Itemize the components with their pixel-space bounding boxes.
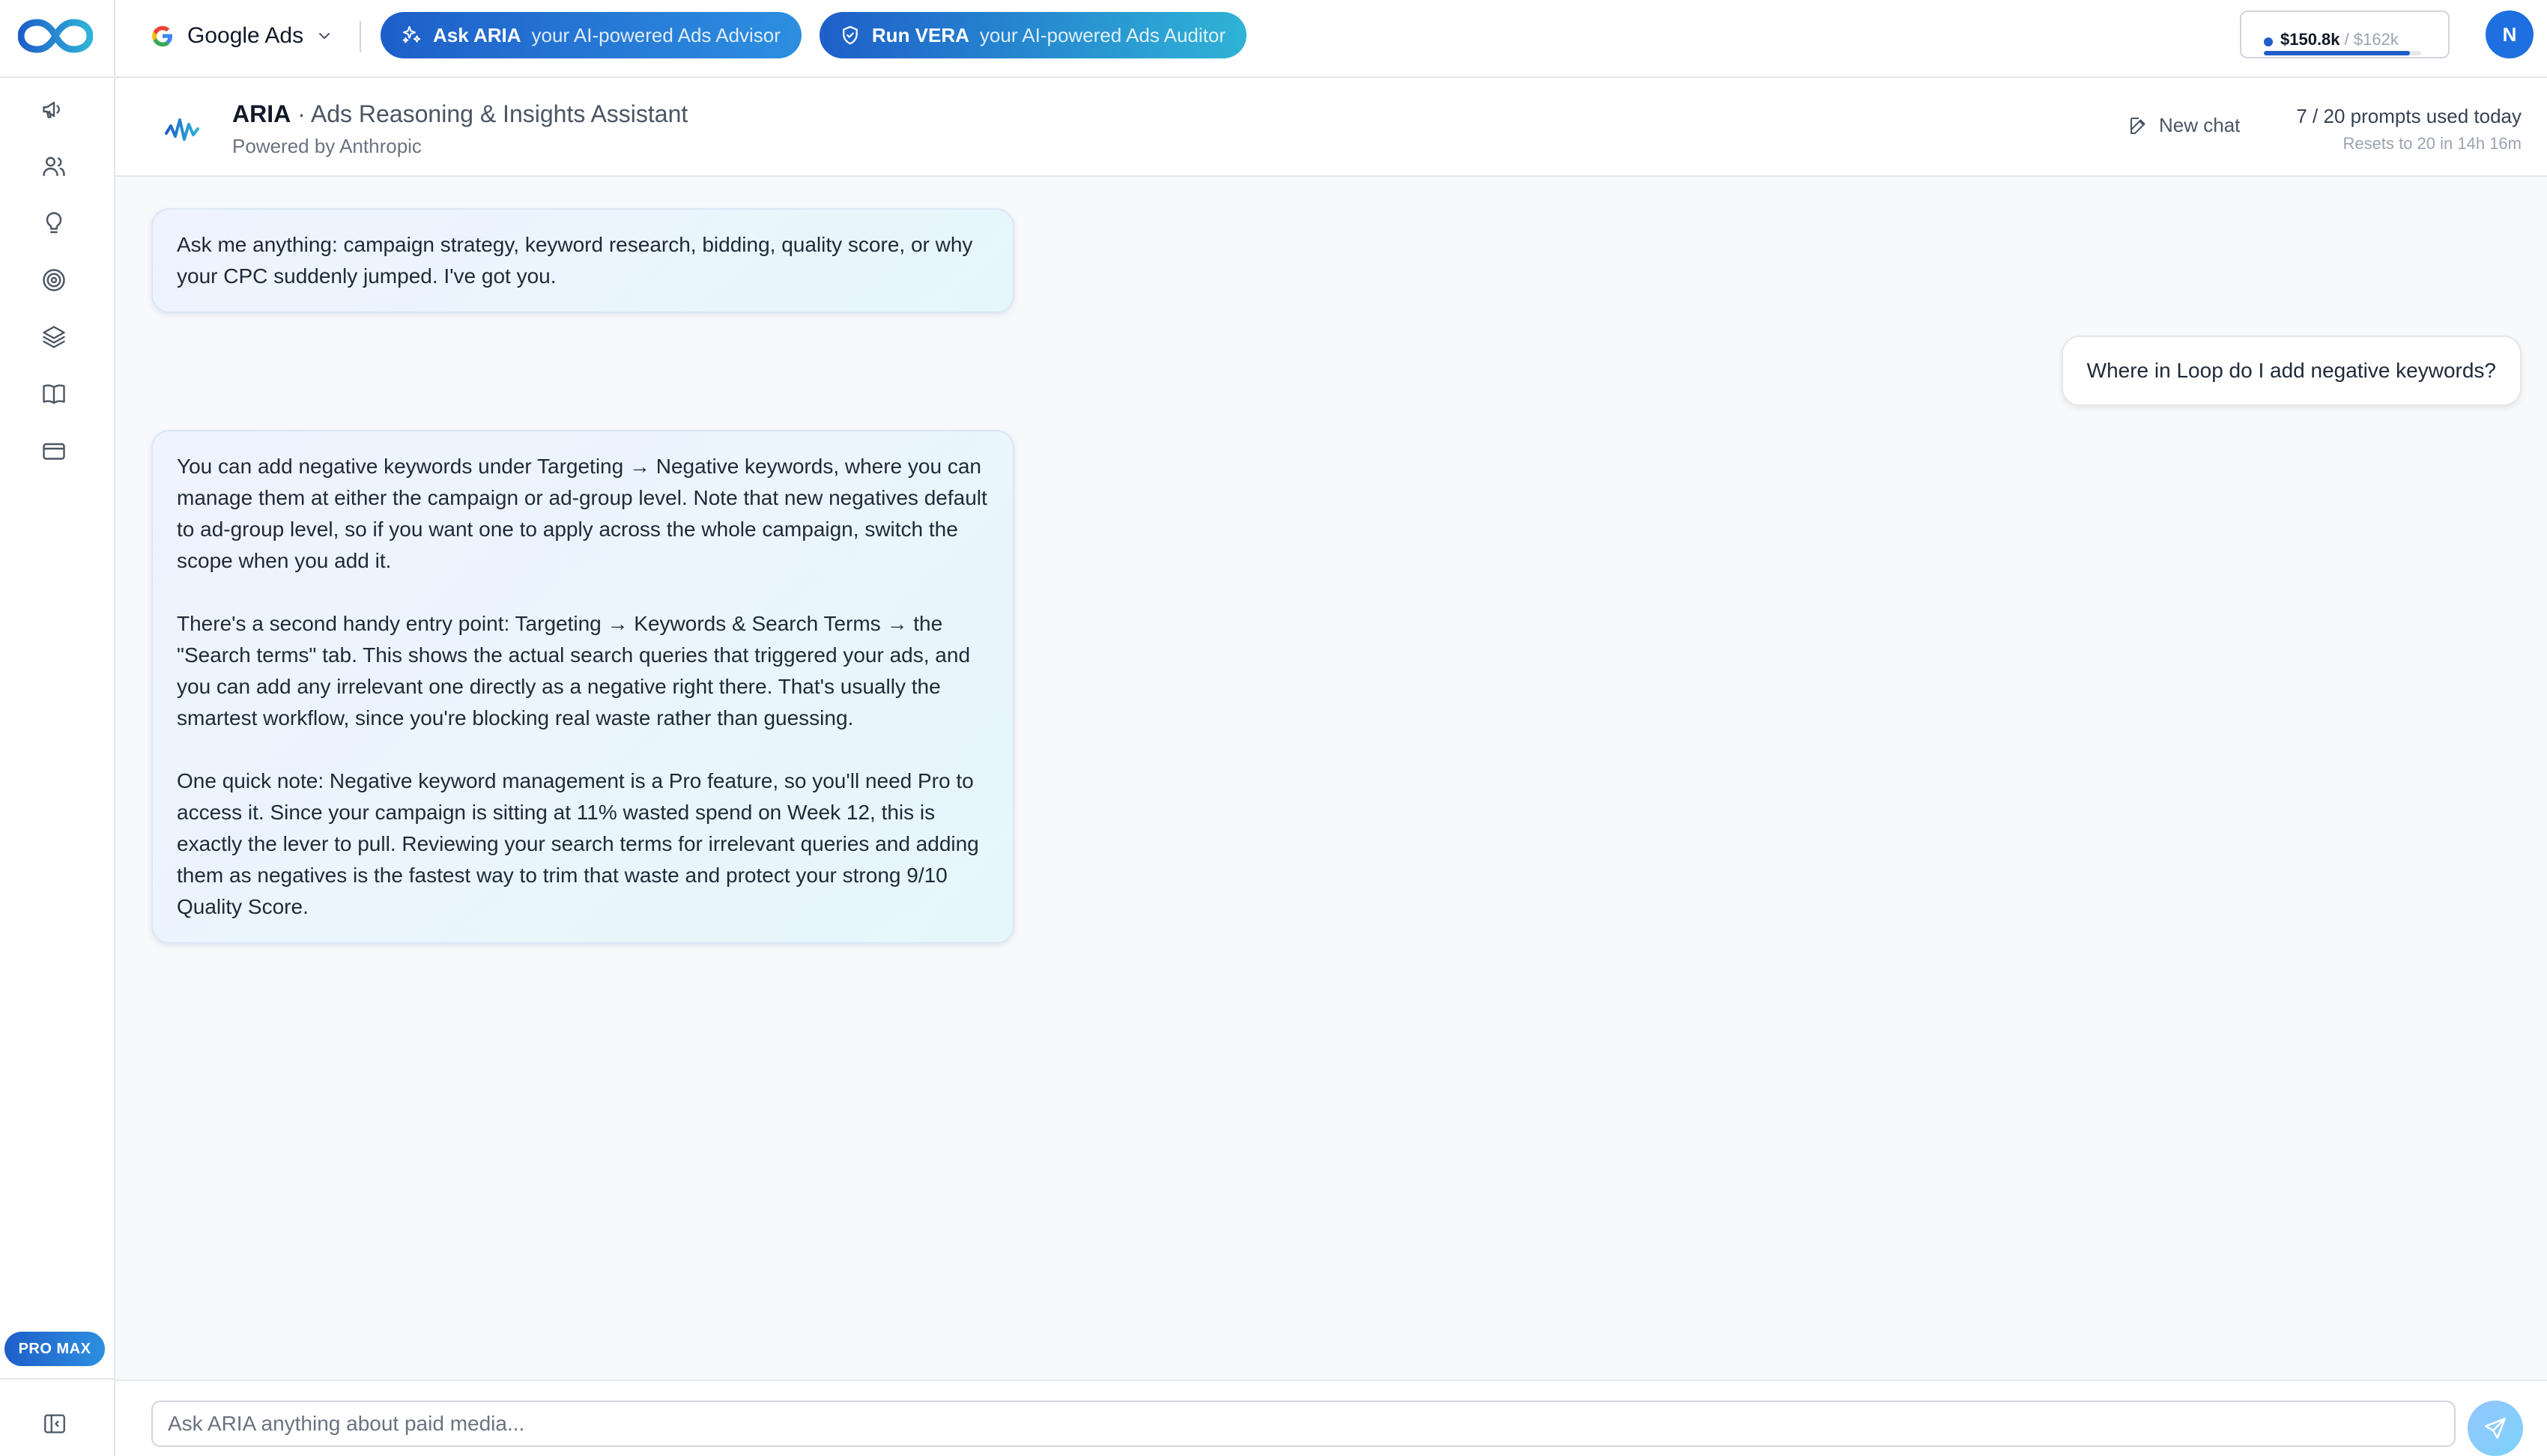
- shield-check-icon: [843, 25, 858, 45]
- platform-label: Google Ads: [187, 23, 304, 48]
- sparkles-icon: [402, 25, 421, 43]
- sidebar-item-insights[interactable]: [39, 208, 69, 238]
- run-vera-button[interactable]: Run VERA your AI-powered Ads Auditor: [820, 12, 1247, 58]
- composer: [115, 1380, 2547, 1456]
- credit-card-icon: [43, 443, 65, 460]
- sidebar-item-billing[interactable]: [39, 436, 69, 466]
- assistant-description: · Ads Reasoning & Insights Assistant: [297, 100, 688, 127]
- budget-spent: $150.8k: [2280, 30, 2340, 49]
- ask-aria-button[interactable]: Ask ARIA your AI-powered Ads Advisor: [381, 12, 802, 58]
- sidebar: PRO MAX: [0, 78, 115, 1456]
- budget-slash: /: [2344, 30, 2349, 49]
- google-g-icon: [152, 25, 172, 46]
- collapse-sidebar-icon[interactable]: [42, 1411, 67, 1437]
- message-paragraph: Where in Loop do I add negative keywords…: [2086, 359, 2496, 382]
- lightbulb-icon: [46, 212, 62, 234]
- send-icon: [2484, 1417, 2507, 1440]
- sidebar-item-targeting[interactable]: [39, 265, 69, 295]
- send-button[interactable]: [2468, 1401, 2523, 1456]
- chat-input[interactable]: [151, 1401, 2456, 1447]
- platform-separator: [360, 21, 361, 52]
- sidebar-item-campaigns[interactable]: [39, 94, 69, 124]
- powered-by: Powered by Anthropic: [232, 135, 422, 157]
- sidebar-item-guides[interactable]: [39, 379, 69, 409]
- edit-icon: [2130, 117, 2145, 134]
- budget-indicator[interactable]: $150.8k / $162k: [2240, 10, 2450, 58]
- message-paragraph: There's a second handy entry point: Targ…: [177, 612, 971, 729]
- user-avatar[interactable]: N: [2486, 10, 2534, 58]
- megaphone-icon: [43, 101, 60, 118]
- layers-icon: [43, 326, 65, 348]
- platform-selector[interactable]: Google Ads: [150, 19, 333, 52]
- budget-total: $162k: [2353, 30, 2399, 49]
- budget-progress-fill: [2264, 51, 2411, 55]
- aria-waveform-icon: [165, 118, 199, 141]
- ask-aria-sublabel: your AI-powered Ads Advisor: [531, 23, 781, 46]
- top-bar: Google Ads Ask ARIA your AI-powered Ads …: [0, 0, 2547, 78]
- new-chat-button[interactable]: New chat: [2127, 114, 2240, 137]
- chevron-down-icon: [319, 33, 330, 39]
- prompt-usage-reset: Resets to 20 in 14h 16m: [2342, 134, 2522, 153]
- run-vera-label: Run VERA: [871, 23, 969, 46]
- budget-dot: [2264, 37, 2273, 46]
- prompt-usage: 7 / 20 prompts used today Resets to 20 i…: [2296, 105, 2522, 154]
- user-message: Where in Loop do I add negative keywords…: [2061, 336, 2522, 406]
- message-paragraph: You can add negative keywords under Targ…: [177, 455, 987, 572]
- sidebar-item-layers[interactable]: [39, 322, 69, 352]
- sidebar-item-audiences[interactable]: [39, 151, 69, 181]
- assistant-title: ARIA · Ads Reasoning & Insights Assistan…: [232, 100, 688, 128]
- infinity-logo-icon[interactable]: [18, 16, 93, 55]
- plan-badge[interactable]: PRO MAX: [4, 1332, 105, 1366]
- prompt-usage-count: 7 / 20 prompts used today: [2296, 105, 2522, 127]
- budget-text: $150.8k / $162k: [2280, 30, 2399, 49]
- assistant-message: Ask me anything: campaign strategy, keyw…: [151, 208, 1014, 313]
- budget-progress-track: [2264, 51, 2421, 55]
- assistant-message: You can add negative keywords under Targ…: [151, 430, 1014, 944]
- chat-messages: Ask me anything: campaign strategy, keyw…: [115, 177, 2547, 1380]
- sidebar-divider: [0, 1378, 115, 1380]
- chat-header: ARIA · Ads Reasoning & Insights Assistan…: [115, 78, 2547, 177]
- target-icon: [43, 269, 65, 291]
- topbar-divider: [114, 0, 115, 78]
- message-paragraph: One quick note: Negative keyword managem…: [177, 769, 979, 918]
- assistant-name: ARIA: [232, 100, 291, 127]
- new-chat-label: New chat: [2159, 114, 2241, 136]
- message-paragraph: Ask me anything: campaign strategy, keyw…: [177, 233, 973, 288]
- run-vera-sublabel: your AI-powered Ads Auditor: [979, 23, 1226, 46]
- users-icon: [43, 157, 65, 177]
- ask-aria-label: Ask ARIA: [433, 23, 521, 46]
- book-icon: [43, 384, 65, 404]
